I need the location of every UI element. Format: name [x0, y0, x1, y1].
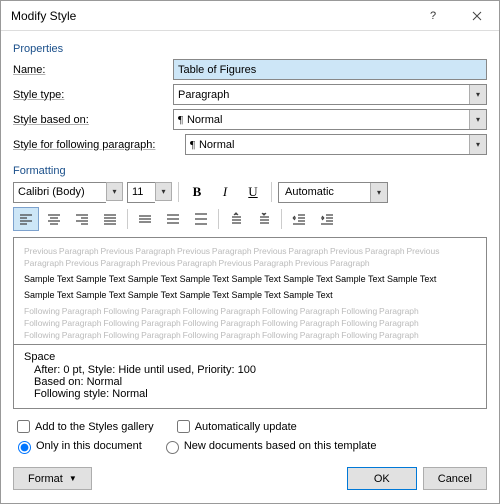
align-left-button[interactable] — [13, 207, 39, 231]
line-spacing-2-button[interactable] — [188, 207, 214, 231]
chevron-down-icon: ▾ — [469, 85, 486, 104]
chevron-down-icon: ▾ — [155, 182, 172, 201]
description-panel: Space After: 0 pt, Style: Hide until use… — [13, 344, 487, 409]
preview-panel: Previous Paragraph Previous Paragraph Pr… — [13, 237, 487, 345]
only-this-doc-radio[interactable]: Only in this document — [13, 438, 142, 454]
align-justify-button[interactable] — [97, 207, 123, 231]
pilcrow-icon: ¶ — [178, 114, 183, 126]
style-type-label: Style type: — [13, 89, 173, 101]
dialog-title: Modify Style — [11, 9, 411, 23]
chevron-down-icon: ▾ — [370, 183, 387, 202]
new-docs-template-radio[interactable]: New documents based on this template — [161, 438, 377, 454]
properties-heading: Properties — [13, 43, 487, 55]
align-right-button[interactable] — [69, 207, 95, 231]
following-label: Style for following paragraph: — [13, 139, 185, 151]
bold-button[interactable]: B — [185, 181, 209, 203]
space-before-inc-button[interactable] — [223, 207, 249, 231]
based-on-label: Style based on: — [13, 114, 173, 126]
chevron-down-icon: ▾ — [469, 110, 486, 129]
ok-button[interactable]: OK — [347, 467, 417, 490]
style-type-select[interactable]: Paragraph▾ — [173, 84, 487, 105]
titlebar: Modify Style ? — [1, 1, 499, 31]
formatting-heading: Formatting — [13, 165, 487, 177]
auto-update-checkbox[interactable]: Automatically update — [173, 417, 297, 436]
format-button[interactable]: Format▼ — [13, 467, 92, 490]
name-label: Name: — [13, 64, 173, 76]
chevron-down-icon: ▼ — [69, 474, 77, 483]
chevron-down-icon: ▾ — [469, 135, 486, 154]
space-before-dec-button[interactable] — [251, 207, 277, 231]
line-spacing-15-button[interactable] — [160, 207, 186, 231]
underline-button[interactable]: U — [241, 181, 265, 203]
font-size-select[interactable]: ▾ — [127, 182, 172, 203]
line-spacing-1-button[interactable] — [132, 207, 158, 231]
chevron-down-icon: ▾ — [106, 182, 123, 201]
close-button[interactable] — [455, 1, 499, 31]
based-on-select[interactable]: ¶Normal▾ — [173, 109, 487, 130]
following-select[interactable]: ¶Normal▾ — [185, 134, 487, 155]
cancel-button[interactable]: Cancel — [423, 467, 487, 490]
name-field[interactable] — [173, 59, 487, 80]
indent-increase-button[interactable] — [314, 207, 340, 231]
add-to-gallery-checkbox[interactable]: Add to the Styles gallery — [13, 417, 154, 436]
align-center-button[interactable] — [41, 207, 67, 231]
italic-button[interactable]: I — [213, 181, 237, 203]
font-color-select[interactable]: Automatic ▾ — [278, 182, 388, 203]
indent-decrease-button[interactable] — [286, 207, 312, 231]
pilcrow-icon: ¶ — [190, 139, 195, 151]
help-button[interactable]: ? — [411, 1, 455, 31]
font-select[interactable]: ▾ — [13, 182, 123, 203]
